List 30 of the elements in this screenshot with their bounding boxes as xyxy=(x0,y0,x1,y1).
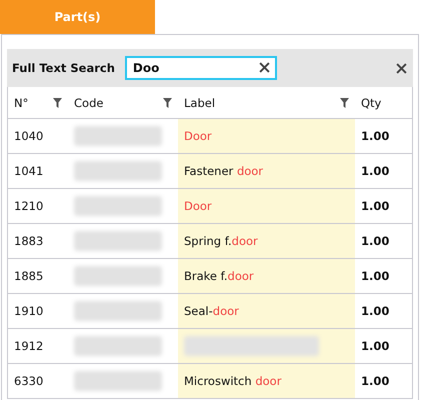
table-cell: 1210 xyxy=(14,199,44,213)
table-cell: Fastener door xyxy=(184,164,264,178)
table-cell: 1912 xyxy=(14,339,44,353)
table-cell: 1041 xyxy=(14,164,44,178)
table-cell: 1.00 xyxy=(361,304,390,318)
table-cell: 1910 xyxy=(14,304,44,318)
search-label: Full Text Search xyxy=(12,61,115,75)
search-field[interactable]: Doo xyxy=(124,56,277,80)
filter-icon[interactable] xyxy=(53,98,62,108)
table-cell: 1.00 xyxy=(361,199,390,213)
table-cell: 6330 xyxy=(14,374,44,388)
table-cell: 1040 xyxy=(14,129,44,143)
close-icon[interactable] xyxy=(396,62,407,74)
clear-icon[interactable] xyxy=(258,62,270,73)
table-cell: 1.00 xyxy=(361,234,390,248)
table-cell: Door xyxy=(184,199,212,213)
filter-icon[interactable] xyxy=(163,98,172,108)
table-cell: Spring f.door xyxy=(184,234,258,248)
table-cell: 1.00 xyxy=(361,129,390,143)
filter-icon[interactable] xyxy=(340,98,349,108)
table-cell: 1885 xyxy=(14,269,44,283)
table-cell: 1.00 xyxy=(361,339,390,353)
table-cell: 1.00 xyxy=(361,269,390,283)
table-cell: Seal-door xyxy=(184,304,239,318)
table-cell: 1.00 xyxy=(361,164,390,178)
table-cell: Brake f.door xyxy=(184,269,254,283)
table-cell: Door xyxy=(184,129,212,143)
table-cell: 1883 xyxy=(14,234,44,248)
table-cell: 1.00 xyxy=(361,374,390,388)
table-cell: Microswitch door xyxy=(184,374,282,388)
